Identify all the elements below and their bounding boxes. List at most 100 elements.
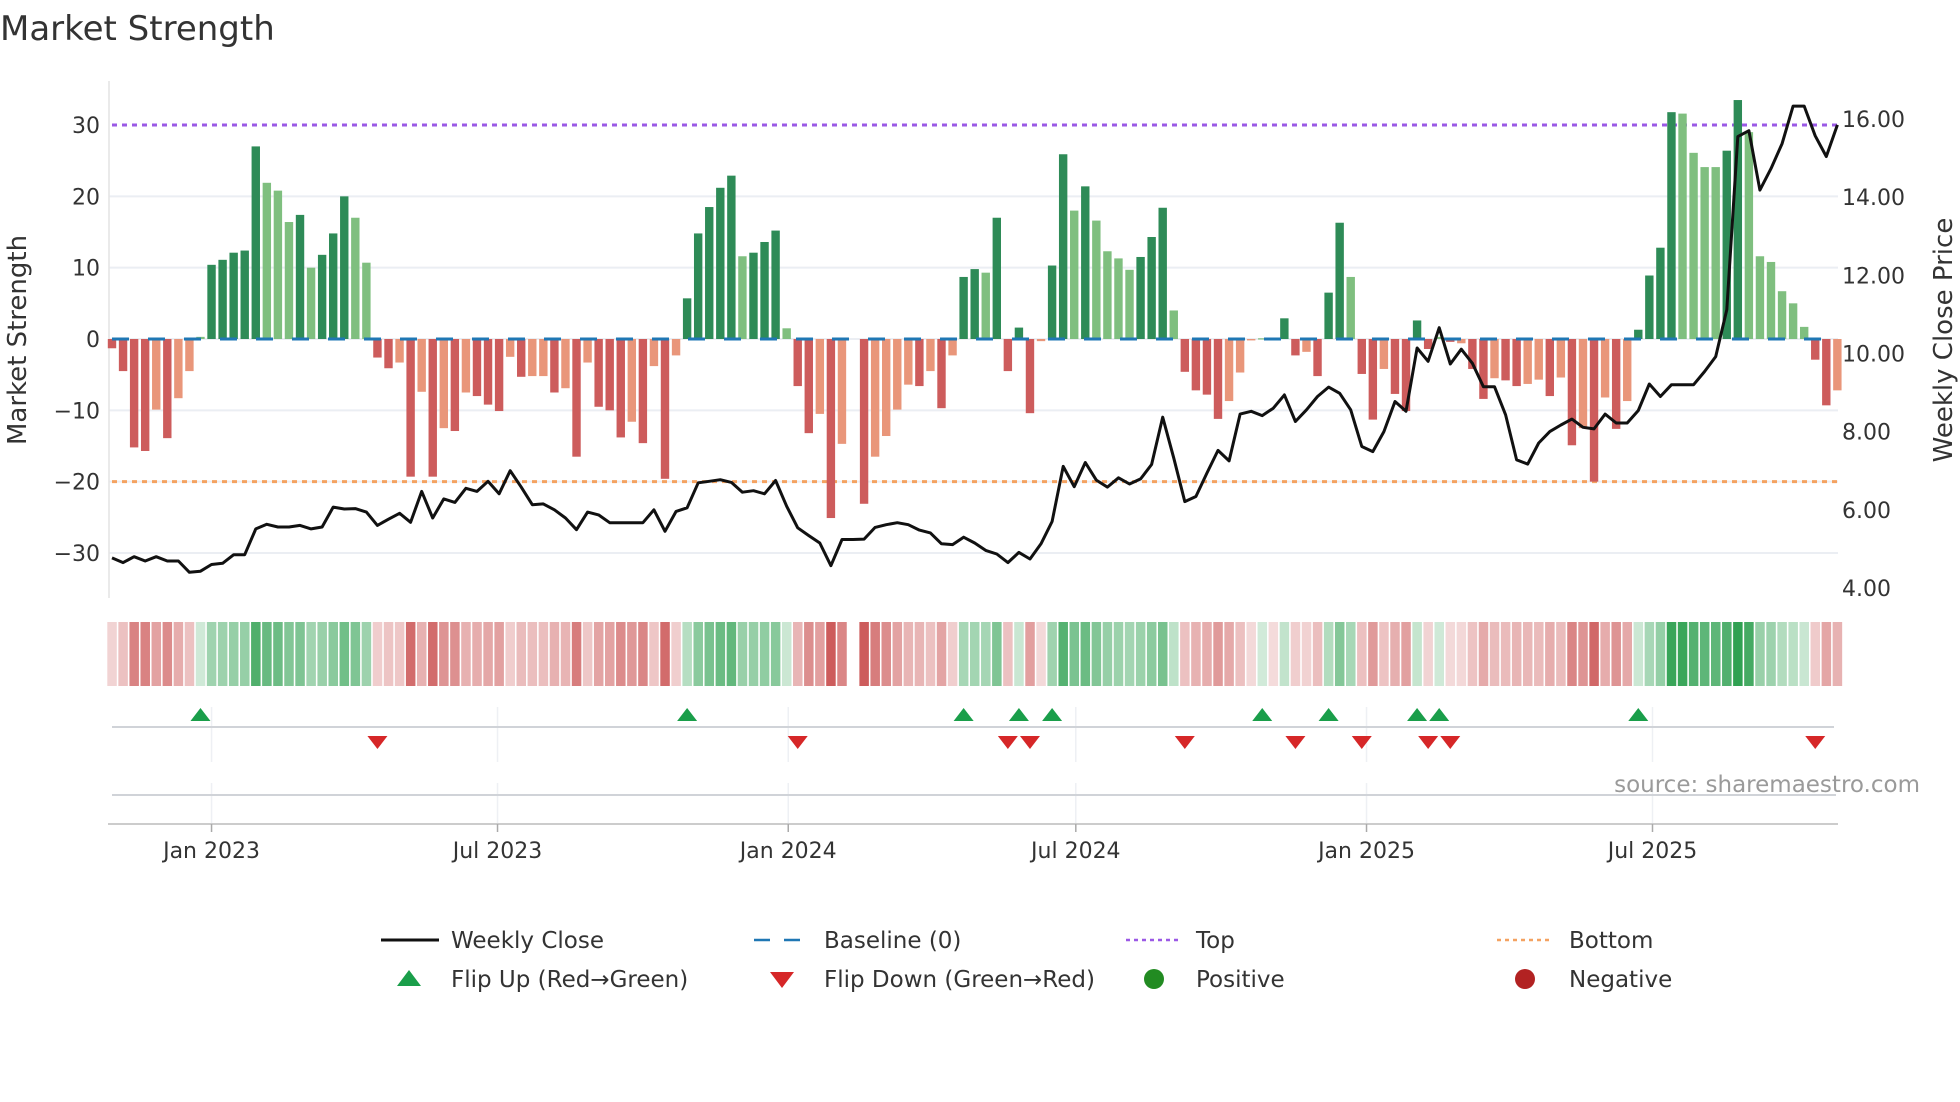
strip-cell	[195, 622, 206, 686]
strength-bar	[351, 217, 360, 339]
strip-cell	[914, 622, 925, 686]
strength-bar	[1822, 339, 1831, 406]
strip-cell	[1489, 622, 1500, 686]
strength-bar	[1423, 339, 1433, 349]
right-axis: 16.00 14.00 12.00 10.00 8.00 6.00 4.00	[1842, 108, 1905, 602]
strength-bar	[1302, 339, 1311, 352]
flip-up-marker	[1407, 708, 1428, 721]
strength-bar	[528, 339, 537, 377]
strength-bar	[693, 233, 703, 339]
strength-bar	[1070, 210, 1079, 339]
strength-bar	[1799, 326, 1809, 339]
strength-bar	[472, 339, 482, 397]
strip-cell	[129, 622, 139, 686]
x-tick-label: Jan 2023	[161, 839, 260, 864]
strip-cell	[748, 622, 759, 686]
flip-down-marker	[1285, 736, 1306, 749]
strength-bar	[240, 250, 249, 339]
strength-bar	[539, 339, 548, 377]
strip-cell	[1456, 622, 1467, 686]
strength-bar	[870, 339, 880, 457]
strip-cell	[1633, 622, 1644, 686]
strength-bar	[1833, 339, 1842, 391]
strip-cell	[472, 622, 482, 686]
strip-cell	[1069, 622, 1080, 686]
strength-bar	[1667, 112, 1676, 340]
strip-cell	[1346, 622, 1356, 686]
strip-cell	[1301, 622, 1312, 686]
legend-label: Flip Down (Green→Red)	[824, 967, 1095, 993]
strength-bar	[594, 339, 603, 407]
strength-bar	[1346, 276, 1355, 339]
strength-bar	[1479, 339, 1488, 399]
strength-bar	[926, 339, 935, 372]
strip-cell	[1268, 622, 1279, 686]
strength-bar	[738, 256, 747, 339]
strip-cell	[339, 622, 350, 686]
legend-label: Flip Up (Red→Green)	[451, 967, 688, 993]
strip-cell	[295, 622, 305, 686]
strength-bar	[882, 339, 891, 437]
strip-cell	[1246, 622, 1256, 686]
legend-label: Positive	[1196, 967, 1285, 993]
strength-bar	[771, 230, 780, 339]
strip-cell	[439, 622, 449, 686]
strength-bar	[1689, 152, 1698, 339]
legend-label: Negative	[1569, 967, 1672, 993]
strip-cell	[1357, 622, 1367, 686]
right-axis-label: Weekly Close Price	[1929, 218, 1959, 463]
strength-bar	[1191, 339, 1201, 391]
strip-cell	[992, 622, 1002, 686]
strength-bar	[395, 339, 404, 363]
left-axis: 30 20 10 0 −10 −20 −30	[54, 114, 100, 567]
strength-bar	[1224, 339, 1234, 402]
strip-cell	[593, 622, 604, 686]
flip-down-marker	[1440, 736, 1461, 749]
x-tick-label: Jul 2025	[1606, 839, 1698, 864]
strength-bar	[981, 272, 990, 339]
strength-bar	[439, 339, 448, 429]
chart-title: Market Strength	[0, 9, 275, 49]
strip-cell	[1755, 622, 1765, 686]
strength-bar	[306, 267, 316, 339]
strength-bar	[837, 339, 847, 444]
strength-bar	[959, 276, 968, 339]
strip-cell	[1191, 622, 1201, 686]
right-tick-label: 12.00	[1842, 264, 1905, 289]
strength-bar	[1036, 339, 1046, 342]
strip-cell	[1290, 622, 1301, 686]
strip-cell	[538, 622, 549, 686]
strength-bar	[649, 339, 659, 367]
negative-dot-icon	[1515, 969, 1535, 989]
strip-cell	[804, 622, 814, 686]
strength-bar	[727, 175, 736, 339]
strip-cell	[251, 622, 261, 686]
strength-bar	[1744, 132, 1754, 339]
strength-bar	[1678, 113, 1687, 339]
strip-cell	[981, 622, 991, 686]
strip-cell	[1467, 622, 1478, 686]
x-tick-label: Jul 2024	[1029, 839, 1121, 864]
positive-dot-icon	[1144, 969, 1164, 989]
strip-cell	[383, 622, 394, 686]
strip-cell	[262, 622, 272, 686]
strength-bar	[1600, 339, 1610, 398]
strength-bar	[1180, 339, 1190, 372]
legend-item-close: Weekly Close	[381, 928, 604, 954]
strip-cell	[759, 622, 770, 686]
strength-bar	[1103, 251, 1112, 339]
strength-bar	[450, 339, 460, 432]
strip-cell	[1500, 622, 1511, 686]
strip-cell	[1025, 622, 1035, 686]
strip-cell	[516, 622, 527, 686]
strength-bar	[550, 339, 559, 393]
strength-bar	[461, 339, 471, 393]
strength-bar	[1058, 154, 1068, 339]
strip-cell	[737, 622, 748, 686]
strength-bar	[218, 259, 227, 339]
right-tick-label: 16.00	[1842, 108, 1905, 133]
strip-cell	[1578, 622, 1588, 686]
strip-cell	[1611, 622, 1621, 686]
strength-bar	[605, 339, 614, 411]
strip-cell	[770, 622, 781, 686]
